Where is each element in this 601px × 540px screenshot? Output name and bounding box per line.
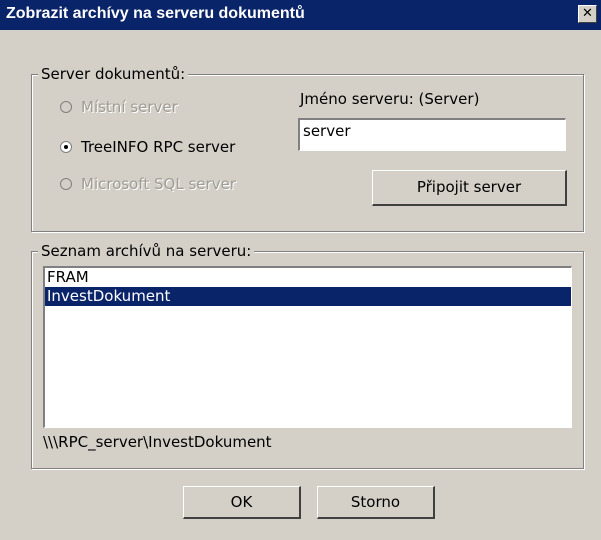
title-bar[interactable]: Zobrazit archívy na serveru dokumentů ✕	[0, 0, 601, 30]
archive-listbox[interactable]: FRAM InvestDokument	[43, 266, 572, 428]
server-name-input[interactable]: server	[298, 118, 566, 151]
radio-local-server-label: Místní server	[81, 98, 178, 116]
radio-selected-dot-icon	[64, 145, 68, 149]
radio-button-icon	[60, 178, 72, 190]
radio-button-icon	[60, 101, 72, 113]
list-item-selected[interactable]: InvestDokument	[45, 287, 571, 306]
radio-treeinfo-rpc-server-label: TreeINFO RPC server	[81, 138, 236, 156]
radio-button-icon	[60, 141, 72, 153]
radio-microsoft-sql-server-label: Microsoft SQL server	[81, 175, 236, 193]
close-icon: ✕	[582, 6, 593, 21]
server-group-legend: Server dokumentů:	[38, 66, 189, 82]
cancel-button[interactable]: Storno	[317, 486, 435, 519]
radio-local-server[interactable]: Místní server	[60, 98, 178, 116]
server-name-label: Jméno serveru: (Server)	[300, 90, 480, 108]
window-title: Zobrazit archívy na serveru dokumentů	[6, 5, 305, 22]
ok-button[interactable]: OK	[183, 486, 301, 519]
radio-treeinfo-rpc-server[interactable]: TreeINFO RPC server	[60, 138, 235, 156]
radio-microsoft-sql-server[interactable]: Microsoft SQL server	[60, 175, 236, 193]
list-item[interactable]: FRAM	[45, 268, 571, 287]
archive-list-legend: Seznam archívů na serveru:	[38, 243, 255, 259]
close-button[interactable]: ✕	[578, 5, 597, 23]
connect-server-button[interactable]: Připojit server	[372, 170, 567, 206]
archive-path-text: \\\RPC_server\InvestDokument	[43, 433, 272, 451]
